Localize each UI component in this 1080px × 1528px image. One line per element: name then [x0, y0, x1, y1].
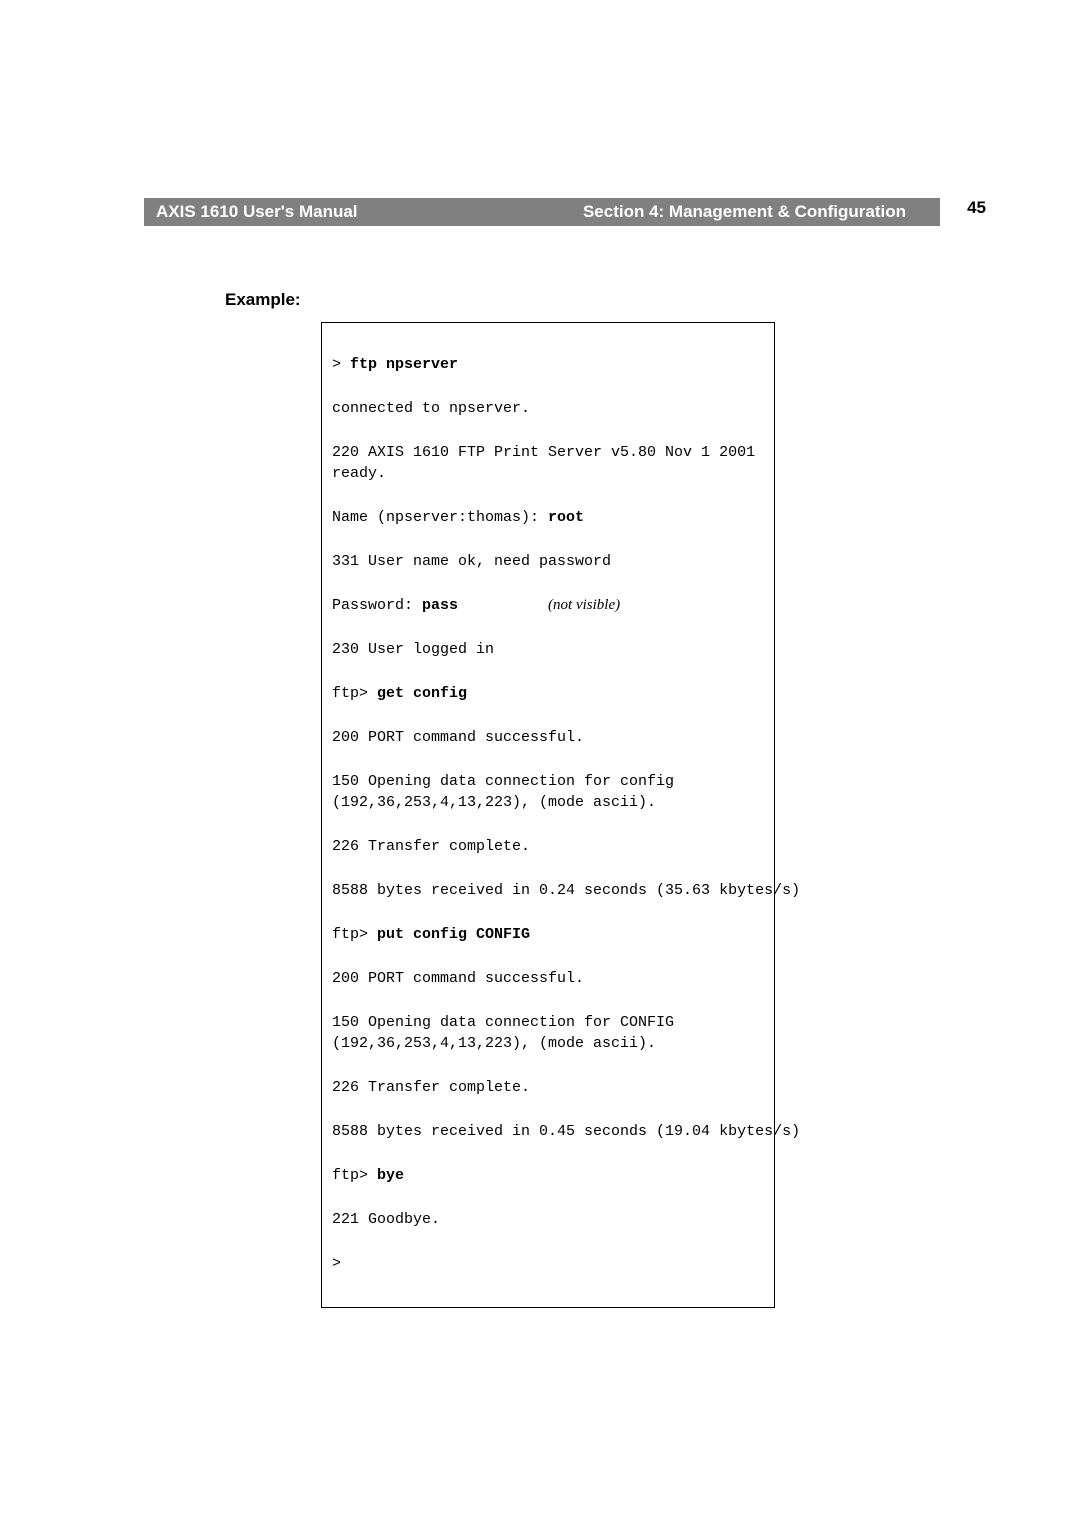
term-output: 221 Goodbye. — [332, 1209, 764, 1230]
spacing — [458, 597, 548, 614]
term-output: 200 PORT command successful. — [332, 968, 764, 989]
term-prompt: > — [332, 1253, 764, 1274]
term-prompt: ftp> — [332, 685, 377, 702]
term-cmd-bye: bye — [377, 1167, 404, 1184]
section-title: Section 4: Management & Configuration — [358, 202, 928, 222]
term-output: connected to npserver. — [332, 398, 764, 419]
term-prompt: ftp> — [332, 1167, 377, 1184]
term-output: 8588 bytes received in 0.45 seconds (19.… — [332, 1121, 764, 1142]
term-prompt: ftp> — [332, 926, 377, 943]
term-cmd-put: put config CONFIG — [377, 926, 530, 943]
term-output: 226 Transfer complete. — [332, 1077, 764, 1098]
manual-title: AXIS 1610 User's Manual — [156, 202, 358, 222]
page-header: AXIS 1610 User's Manual Section 4: Manag… — [144, 198, 940, 226]
term-output: 331 User name ok, need password — [332, 551, 764, 572]
term-output: 230 User logged in — [332, 639, 764, 660]
term-output: 8588 bytes received in 0.24 seconds (35.… — [332, 880, 764, 901]
term-cmd-root: root — [548, 509, 584, 526]
term-prompt: > — [332, 356, 350, 373]
term-output: 150 Opening data connection for CONFIG (… — [332, 1012, 764, 1054]
term-prompt: Password: — [332, 597, 422, 614]
term-prompt: Name (npserver:thomas): — [332, 509, 548, 526]
term-cmd-get: get config — [377, 685, 467, 702]
term-cmd-pass: pass — [422, 597, 458, 614]
example-heading: Example: — [225, 290, 301, 310]
term-output: 200 PORT command successful. — [332, 727, 764, 748]
term-output: 226 Transfer complete. — [332, 836, 764, 857]
page-number: 45 — [967, 198, 986, 218]
term-output: 220 AXIS 1610 FTP Print Server v5.80 Nov… — [332, 442, 764, 484]
term-output: 150 Opening data connection for config (… — [332, 771, 764, 813]
terminal-session: > ftp npserver connected to npserver. 22… — [321, 322, 775, 1308]
term-cmd-ftp: ftp npserver — [350, 356, 458, 373]
term-note: (not visible) — [548, 597, 620, 613]
